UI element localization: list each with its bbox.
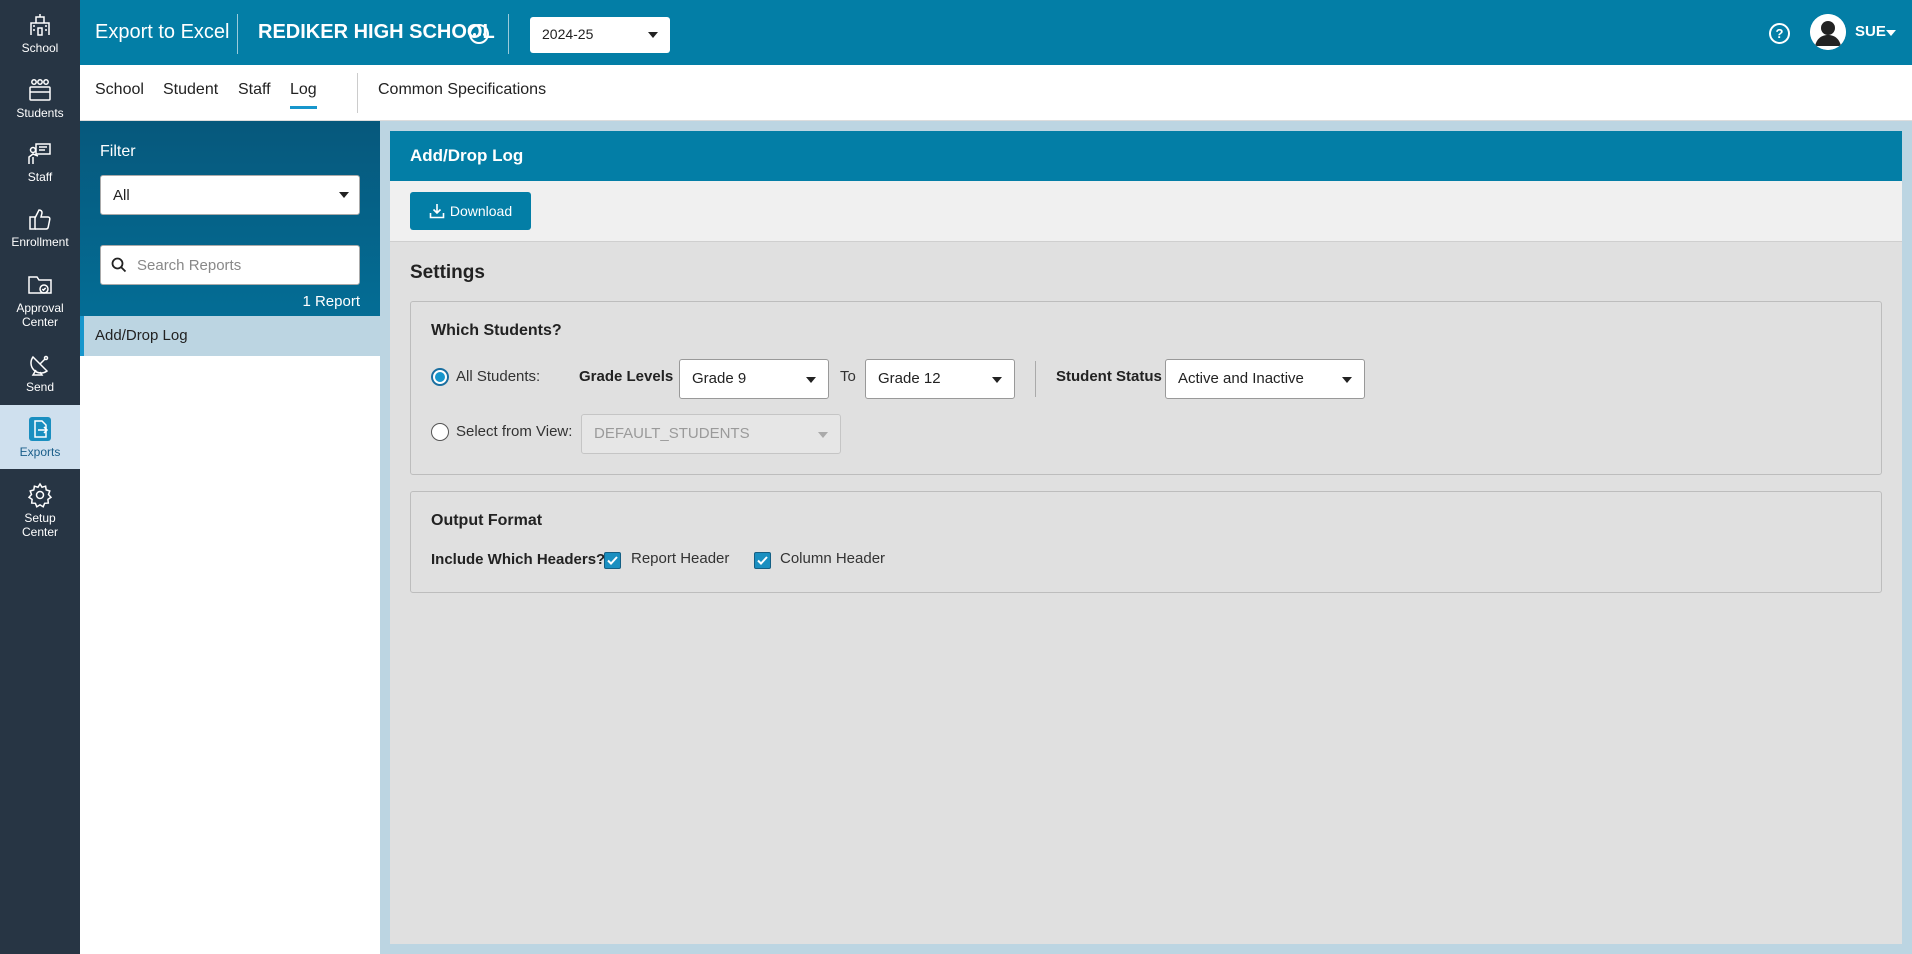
download-icon [429, 204, 445, 219]
to-label: To [840, 368, 856, 385]
report-panel: Add/Drop Log Download Settings Which Stu… [390, 131, 1902, 944]
tab-staff[interactable]: Staff [238, 81, 271, 99]
tab-bar: School Student Staff Log Common Specific… [80, 65, 1912, 121]
nav-item-exports[interactable]: Exports [0, 405, 80, 469]
nav-item-school[interactable]: School [0, 12, 80, 56]
header-divider [237, 14, 238, 54]
nav-item-staff[interactable]: Staff [0, 141, 80, 185]
report-title: Add/Drop Log [390, 131, 1902, 181]
app-title: Export to Excel [95, 21, 230, 43]
school-year-select[interactable]: 2024-25 [530, 17, 670, 53]
nav-item-students[interactable]: Students [0, 77, 80, 121]
header-divider [508, 14, 509, 54]
student-status-label: Student Status [1056, 368, 1162, 385]
nav-item-send[interactable]: Send [0, 351, 80, 395]
tab-student[interactable]: Student [163, 81, 218, 99]
school-name[interactable]: REDIKER HIGH SCHOOL [258, 21, 495, 44]
nav-item-label: Students [16, 106, 64, 120]
which-students-heading: Which Students? [431, 322, 562, 339]
nav-item-enrollment[interactable]: Enrollment [0, 206, 80, 250]
nav-item-label: Setup Center [21, 511, 59, 539]
report-toolbar: Download [390, 181, 1902, 242]
nav-item-label: Send [25, 380, 55, 394]
chevron-down-icon [339, 192, 349, 198]
filter-label: Filter [100, 143, 136, 160]
staff-icon [27, 141, 53, 170]
export-file-icon [27, 416, 53, 445]
which-students-section: Which Students? All Students: Grade Leve… [410, 301, 1882, 475]
grade-from-value: Grade 9 [692, 370, 747, 387]
view-value: DEFAULT_STUDENTS [594, 425, 750, 442]
nav-item-label: Exports [19, 445, 61, 459]
school-icon [27, 12, 53, 41]
avatar[interactable] [1810, 14, 1846, 50]
chevron-down-icon [1342, 377, 1352, 383]
satellite-dish-icon [27, 351, 53, 380]
nav-item-label: School [21, 41, 59, 55]
gear-icon [27, 482, 53, 511]
top-bar: Export to Excel REDIKER HIGH SCHOOL 2024… [80, 0, 1912, 65]
view-select: DEFAULT_STUDENTS [581, 414, 841, 454]
column-header-label: Column Header [780, 550, 886, 567]
grade-from-select[interactable]: Grade 9 [679, 359, 829, 399]
chevron-down-icon [806, 377, 816, 383]
check-icon [607, 556, 618, 565]
tab-divider [357, 73, 358, 113]
search-input[interactable] [137, 255, 347, 275]
search-icon [111, 257, 127, 273]
chevron-down-icon [648, 32, 658, 38]
nav-item-label: Approval Center [16, 301, 64, 329]
output-format-heading: Output Format [431, 512, 543, 529]
more-options-icon[interactable] [469, 24, 489, 44]
tab-school[interactable]: School [95, 81, 144, 99]
include-headers-label: Include Which Headers? [431, 551, 606, 568]
tab-common-specifications[interactable]: Common Specifications [378, 81, 546, 99]
reports-sidebar: Filter All 1 Report Add/Drop Log [80, 121, 380, 954]
chevron-down-icon[interactable] [1886, 30, 1896, 36]
grade-levels-label: Grade Levels [579, 368, 674, 385]
column-header-checkbox[interactable] [754, 552, 771, 569]
settings-heading: Settings [410, 262, 485, 283]
filter-value: All [113, 187, 130, 204]
check-icon [757, 556, 768, 565]
grade-to-select[interactable]: Grade 12 [865, 359, 1015, 399]
all-students-label: All Students: [456, 368, 541, 385]
school-year-value: 2024-25 [542, 26, 594, 42]
nav-rail: School Students Staff Enrollment Approva… [0, 0, 80, 954]
filter-select[interactable]: All [100, 175, 360, 215]
user-name[interactable]: SUE [1855, 23, 1886, 40]
report-header-label: Report Header [631, 550, 730, 567]
student-status-select[interactable]: Active and Inactive [1165, 359, 1365, 399]
student-status-value: Active and Inactive [1178, 370, 1304, 387]
chevron-down-icon [818, 432, 828, 438]
search-reports[interactable] [100, 245, 360, 285]
tab-log[interactable]: Log [290, 81, 317, 109]
students-icon [27, 77, 53, 106]
output-format-section: Output Format Include Which Headers? Rep… [410, 491, 1882, 593]
field-divider [1035, 361, 1036, 397]
help-icon[interactable]: ? [1769, 23, 1790, 44]
reports-sidebar-header: Filter All 1 Report [80, 121, 380, 316]
nav-item-label: Staff [27, 170, 53, 184]
report-header-checkbox[interactable] [604, 552, 621, 569]
nav-item-setup-center[interactable]: Setup Center [0, 482, 80, 540]
download-label: Download [449, 203, 513, 219]
thumbs-up-icon [27, 206, 53, 235]
chevron-down-icon [992, 377, 1002, 383]
select-from-view-radio[interactable] [431, 423, 449, 441]
report-list-item[interactable]: Add/Drop Log [80, 316, 380, 356]
all-students-radio[interactable] [431, 368, 449, 386]
nav-item-label: Enrollment [11, 235, 69, 249]
grade-to-value: Grade 12 [878, 370, 941, 387]
download-button[interactable]: Download [410, 192, 531, 230]
folder-check-icon [27, 272, 53, 301]
report-count: 1 Report [302, 293, 360, 310]
nav-item-approval-center[interactable]: Approval Center [0, 272, 80, 330]
select-from-view-label: Select from View: [456, 423, 573, 440]
